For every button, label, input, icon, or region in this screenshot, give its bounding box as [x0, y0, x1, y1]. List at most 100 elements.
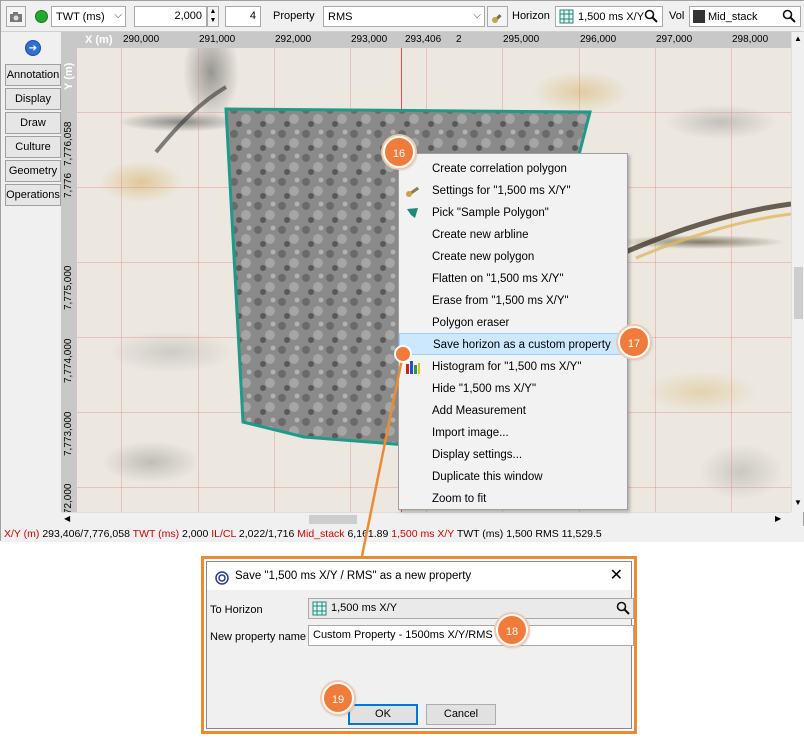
menu-item-label: Duplicate this window [432, 471, 543, 483]
menu-item-label: Erase from "1,500 ms X/Y" [432, 295, 569, 307]
menu-item-duplicate-window[interactable]: Duplicate this window [399, 466, 627, 488]
menu-item-zoom-to-fit[interactable]: Zoom to fit [399, 488, 627, 510]
context-menu: Create correlation polygon Settings for … [398, 153, 628, 510]
tab-annotation[interactable]: Annotation [5, 64, 61, 86]
search-icon[interactable] [616, 601, 630, 622]
menu-item-pick-polygon[interactable]: Pick "Sample Polygon" [399, 202, 627, 224]
property-label: Property [273, 10, 315, 22]
y-tick: 7,773,000 [63, 411, 74, 457]
step-badge-19: 19 [322, 682, 354, 714]
x-axis-label: X (m) [85, 34, 113, 46]
property-select[interactable]: RMS ⌵ [323, 6, 485, 27]
histogram-icon [405, 360, 421, 374]
horizon-grid-icon [559, 9, 574, 27]
camera-icon[interactable] [6, 6, 26, 27]
status-horizon-label: 1,500 ms X/Y [391, 528, 455, 540]
vol-label: Vol [669, 10, 685, 22]
save-property-dialog: Save "1,500 ms X/Y / RMS" as a new prope… [206, 561, 634, 729]
tab-culture[interactable]: Culture [5, 136, 61, 158]
nav-arrow-icon[interactable]: ➔ [25, 40, 41, 56]
new-property-input[interactable]: Custom Property - 1500ms X/Y/RMS [308, 625, 634, 646]
x-tick: 293,000 [351, 34, 388, 45]
menu-item-create-polygon[interactable]: Create new polygon [399, 246, 627, 268]
new-property-label: New property name [210, 631, 306, 643]
menu-item-hide[interactable]: Hide "1,500 ms X/Y" [399, 378, 627, 400]
domain-select[interactable]: TWT (ms) ⌵ [51, 6, 126, 27]
menu-item-label: Add Measurement [432, 405, 526, 417]
search-icon[interactable] [782, 9, 796, 26]
menu-item-label: Settings for "1,500 ms X/Y" [432, 185, 571, 197]
horizon-grid-icon [312, 601, 327, 623]
app-logo-icon [215, 568, 229, 596]
menu-item-label: Create new arbline [432, 229, 529, 241]
menu-item-label: Polygon eraser [432, 317, 510, 329]
scroll-right-icon[interactable]: ▶ [775, 514, 781, 523]
toolbar: TWT (ms) ⌵ 2,000 ▲ ▼ 4 Property RMS ⌵ Hor… [1, 1, 804, 32]
status-ilcl-label: IL/CL [211, 528, 236, 540]
dialog-title-bar: Save "1,500 ms X/Y / RMS" as a new prope… [207, 562, 631, 590]
scroll-left-icon[interactable]: ◀ [64, 514, 70, 523]
horizon-select[interactable]: 1,500 ms X/Y [555, 6, 663, 27]
menu-item-polygon-eraser[interactable]: Polygon eraser [399, 312, 627, 334]
ok-button[interactable]: OK [348, 704, 418, 725]
volume-icon [693, 10, 705, 23]
menu-item-save-custom-property[interactable]: Save horizon as a custom property [399, 333, 627, 355]
menu-item-flatten[interactable]: Flatten on "1,500 ms X/Y" [399, 268, 627, 290]
tab-display[interactable]: Display [5, 88, 61, 110]
vertical-scroll-thumb[interactable] [794, 267, 803, 319]
step-input[interactable]: 4 [225, 6, 261, 27]
scroll-up-icon[interactable]: ▲ [794, 34, 802, 43]
menu-item-label: Create new polygon [432, 251, 535, 263]
vertical-scrollbar[interactable]: ▲ ▼ [791, 32, 804, 512]
menu-item-create-arbline[interactable]: Create new arbline [399, 224, 627, 246]
menu-item-add-measurement[interactable]: Add Measurement [399, 400, 627, 422]
x-tick: 298,000 [732, 34, 769, 45]
menu-item-label: Save horizon as a custom property [433, 339, 611, 351]
horizontal-scrollbar[interactable]: ◀ ▶ [61, 512, 791, 526]
menu-item-label: Hide "1,500 ms X/Y" [432, 383, 537, 395]
y-tick: 7,776 [63, 172, 74, 198]
wrench-icon [405, 184, 421, 198]
volume-select[interactable]: Mid_stack [689, 6, 801, 27]
time-spinner[interactable]: ▲ ▼ [207, 6, 219, 27]
x-tick: 295,000 [503, 34, 540, 45]
x-tick: 291,000 [199, 34, 236, 45]
time-input[interactable]: 2,000 [134, 6, 207, 27]
status-xy-label: X/Y (m) [4, 528, 40, 540]
cancel-button[interactable]: Cancel [426, 704, 496, 725]
to-horizon-field[interactable]: 1,500 ms X/Y [308, 598, 634, 619]
menu-item-label: Import image... [432, 427, 509, 439]
menu-item-label: Zoom to fit [432, 493, 487, 505]
menu-item-settings[interactable]: Settings for "1,500 ms X/Y" [399, 180, 627, 202]
horizon-label: Horizon [512, 10, 550, 22]
domain-value: TWT (ms) [56, 10, 105, 23]
tab-geometry[interactable]: Geometry [5, 160, 61, 182]
polygon-pick-icon [405, 206, 421, 220]
tab-draw[interactable]: Draw [5, 112, 61, 134]
y-tick: 7,774,000 [63, 338, 74, 384]
horizontal-scroll-thumb[interactable] [309, 515, 357, 524]
menu-item-erase[interactable]: Erase from "1,500 ms X/Y" [399, 290, 627, 312]
menu-item-create-correlation-polygon[interactable]: Create correlation polygon [399, 158, 627, 180]
status-xy-value: 293,406/7,776,058 [42, 528, 130, 540]
menu-item-import-image[interactable]: Import image... [399, 422, 627, 444]
x-tick: 296,000 [580, 34, 617, 45]
x-axis: X (m) 290,000 291,000 292,000 293,000 29… [61, 32, 791, 48]
to-horizon-label: To Horizon [210, 604, 263, 616]
x-tick: 292,000 [275, 34, 312, 45]
property-settings-icon[interactable] [487, 6, 508, 27]
tab-operations[interactable]: Operations [5, 184, 61, 206]
close-icon[interactable]: ✕ [610, 562, 623, 590]
chevron-down-icon: ⌵ [473, 10, 481, 21]
x-tick-cursor: 293,406 [405, 34, 442, 45]
scroll-down-icon[interactable]: ▼ [794, 498, 802, 507]
status-vol-value: 6,161.89 [347, 528, 389, 540]
x-tick: 290,000 [123, 34, 160, 45]
menu-item-display-settings[interactable]: Display settings... [399, 444, 627, 466]
search-icon[interactable] [644, 9, 658, 26]
property-value: RMS [328, 10, 353, 23]
menu-item-histogram[interactable]: Histogram for "1,500 ms X/Y" [399, 356, 627, 378]
step-badge-16: 16 [383, 136, 415, 168]
menu-item-label: Flatten on "1,500 ms X/Y" [432, 273, 564, 285]
dialog-title: Save "1,500 ms X/Y / RMS" as a new prope… [235, 570, 472, 582]
